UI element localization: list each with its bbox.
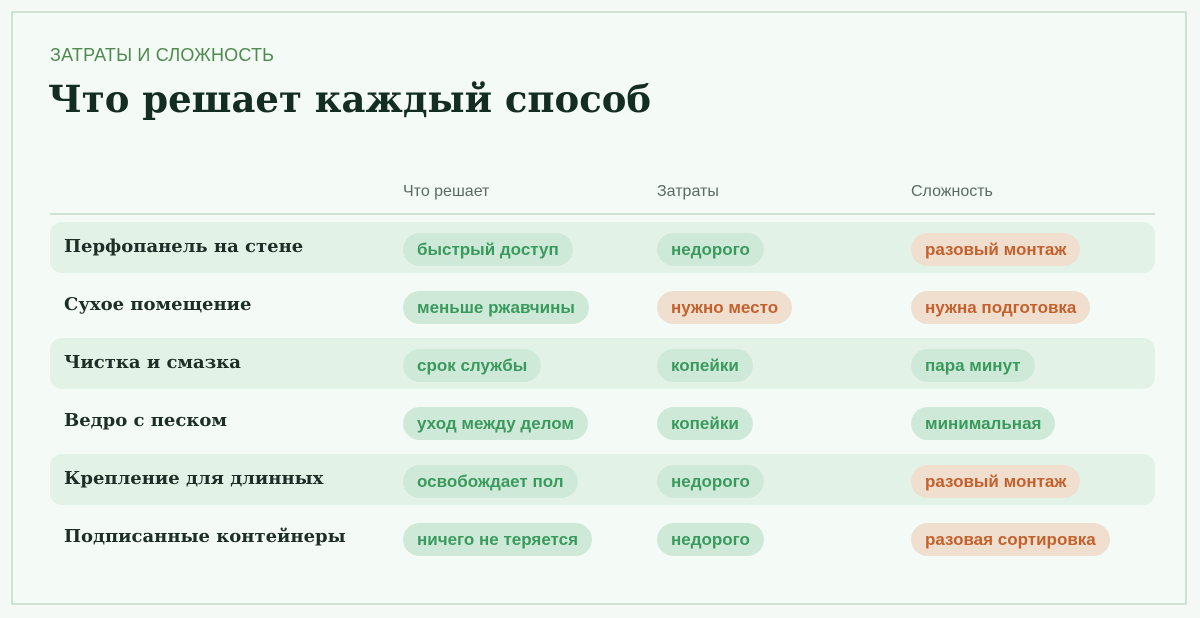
cost-badge: недорого bbox=[657, 523, 764, 556]
cost-badge: копейки bbox=[657, 349, 753, 382]
solves-badge: меньше ржавчины bbox=[403, 291, 589, 324]
solves-badge: срок службы bbox=[403, 349, 542, 382]
cost-badge: копейки bbox=[657, 407, 753, 440]
table-row: Сухое помещение меньше ржавчины нужно ме… bbox=[50, 280, 1155, 331]
cost-badge: недорого bbox=[657, 233, 764, 266]
complexity-badge: пара минут bbox=[911, 349, 1035, 382]
table-row: Перфопанель на стене быстрый доступ недо… bbox=[50, 222, 1155, 273]
table-header: Что решает Затраты Сложность bbox=[50, 179, 1155, 215]
complexity-badge: разовый монтаж bbox=[911, 465, 1081, 498]
row-label: Подписанные контейнеры bbox=[64, 526, 346, 547]
solves-badge: освобождает пол bbox=[403, 465, 578, 498]
complexity-badge: разовая сортировка bbox=[911, 523, 1110, 556]
row-label: Перфопанель на стене bbox=[64, 236, 304, 257]
complexity-badge: разовый монтаж bbox=[911, 233, 1081, 266]
table-row: Подписанные контейнеры ничего не теряетс… bbox=[50, 512, 1155, 563]
complexity-badge: минимальная bbox=[911, 407, 1056, 440]
table-body: Перфопанель на стене быстрый доступ недо… bbox=[50, 222, 1155, 570]
row-label: Чистка и смазка bbox=[64, 352, 241, 373]
cost-badge: недорого bbox=[657, 465, 764, 498]
column-header-solves: Что решает bbox=[403, 183, 490, 200]
table-row: Крепление для длинных освобождает пол не… bbox=[50, 454, 1155, 505]
table-row: Чистка и смазка срок службы копейки пара… bbox=[50, 338, 1155, 389]
table-row: Ведро с песком уход между делом копейки … bbox=[50, 396, 1155, 447]
card: ЗАТРАТЫ И СЛОЖНОСТЬ Что решает каждый сп… bbox=[11, 11, 1187, 605]
solves-badge: ничего не теряется bbox=[403, 523, 593, 556]
solves-badge: быстрый доступ bbox=[403, 233, 573, 266]
section-eyebrow: ЗАТРАТЫ И СЛОЖНОСТЬ bbox=[50, 45, 275, 65]
complexity-badge: нужна подготовка bbox=[911, 291, 1091, 324]
column-header-cost: Затраты bbox=[657, 183, 719, 200]
cost-badge: нужно место bbox=[657, 291, 793, 324]
page-title: Что решает каждый способ bbox=[48, 77, 652, 121]
solves-badge: уход между делом bbox=[403, 407, 588, 440]
row-label: Сухое помещение bbox=[64, 294, 252, 315]
column-header-complexity: Сложность bbox=[911, 183, 993, 200]
row-label: Ведро с песком bbox=[64, 410, 227, 431]
row-label: Крепление для длинных bbox=[64, 468, 324, 489]
